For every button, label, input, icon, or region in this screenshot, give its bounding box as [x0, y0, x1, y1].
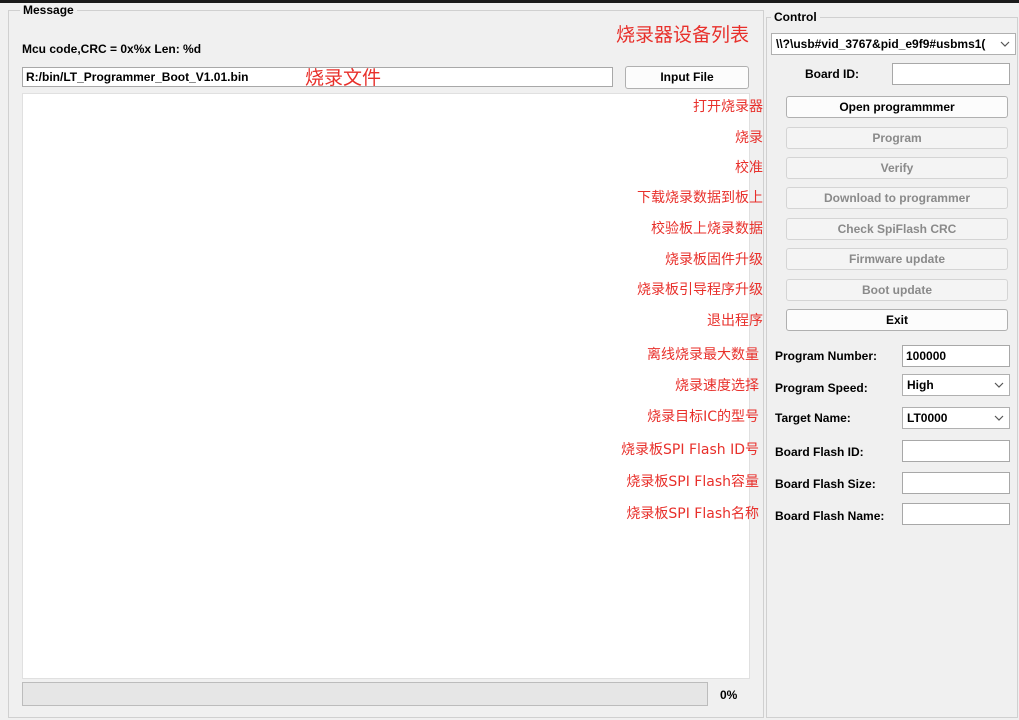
progress-percent: 0% — [720, 688, 738, 702]
progress-bar — [22, 682, 708, 706]
board-flash-id-label: Board Flash ID: — [775, 445, 864, 459]
annotation-firmware-update: 烧录板固件升级 — [665, 252, 763, 268]
annotation-target-name: 烧录目标IC的型号 — [647, 409, 759, 425]
annotation-open: 打开烧录器 — [693, 99, 763, 115]
board-flash-size-field[interactable] — [902, 472, 1010, 494]
program-speed-label: Program Speed: — [775, 381, 868, 395]
annotation-download: 下载烧录数据到板上 — [637, 190, 763, 206]
annotation-boot-update: 烧录板引导程序升级 — [637, 282, 763, 298]
board-flash-size-label: Board Flash Size: — [775, 477, 876, 491]
target-name-label: Target Name: — [775, 411, 851, 425]
program-button[interactable]: Program — [786, 127, 1008, 149]
annotation-program: 烧录 — [735, 130, 763, 146]
annotation-verify: 校准 — [735, 160, 763, 176]
board-id-field[interactable] — [892, 63, 1010, 85]
mcu-info-label: Mcu code,CRC = 0x%x Len: %d — [22, 42, 202, 56]
annotation-program-speed: 烧录速度选择 — [675, 378, 759, 394]
chevron-down-icon — [1000, 41, 1010, 47]
device-select[interactable]: \\?\usb#vid_3767&pid_e9f9#usbms1( — [771, 33, 1016, 55]
program-number-label: Program Number: — [775, 349, 878, 363]
download-to-programmer-button[interactable]: Download to programmer — [786, 187, 1008, 209]
annotation-burn-file: 烧录文件 — [305, 67, 382, 89]
open-programmer-button[interactable]: Open programmmer — [786, 96, 1008, 118]
control-group-title: Control — [771, 10, 820, 24]
target-name-value: LT0000 — [907, 411, 948, 425]
program-speed-value: High — [907, 378, 934, 392]
annotation-flash-name: 烧录板SPI Flash名称 — [626, 506, 759, 522]
annotation-flash-id: 烧录板SPI Flash ID号 — [621, 442, 759, 458]
message-group-title: Message — [20, 3, 77, 17]
target-name-select[interactable]: LT0000 — [902, 407, 1010, 429]
annotation-check-crc: 校验板上烧录数据 — [651, 221, 763, 237]
board-id-label: Board ID: — [805, 67, 859, 81]
window-top-edge — [0, 0, 1019, 3]
chevron-down-icon — [994, 382, 1004, 388]
control-groupbox — [766, 17, 1018, 718]
verify-button[interactable]: Verify — [786, 157, 1008, 179]
message-log-area[interactable] — [22, 93, 750, 679]
program-speed-select[interactable]: High — [902, 374, 1010, 396]
annotation-device-list: 烧录器设备列表 — [615, 24, 749, 46]
device-select-value: \\?\usb#vid_3767&pid_e9f9#usbms1( — [776, 37, 986, 51]
board-flash-name-field[interactable] — [902, 503, 1010, 525]
annotation-program-number: 离线烧录最大数量 — [647, 347, 759, 363]
check-spiflash-crc-button[interactable]: Check SpiFlash CRC — [786, 218, 1008, 240]
program-number-field[interactable]: 100000 — [902, 345, 1010, 367]
boot-update-button[interactable]: Boot update — [786, 279, 1008, 301]
input-file-button[interactable]: Input File — [625, 66, 749, 89]
annotation-exit: 退出程序 — [707, 313, 763, 329]
firmware-update-button[interactable]: Firmware update — [786, 248, 1008, 270]
chevron-down-icon — [994, 415, 1004, 421]
board-flash-id-field[interactable] — [902, 440, 1010, 462]
board-flash-name-label: Board Flash Name: — [775, 509, 885, 523]
exit-button[interactable]: Exit — [786, 309, 1008, 331]
annotation-flash-size: 烧录板SPI Flash容量 — [626, 474, 759, 490]
